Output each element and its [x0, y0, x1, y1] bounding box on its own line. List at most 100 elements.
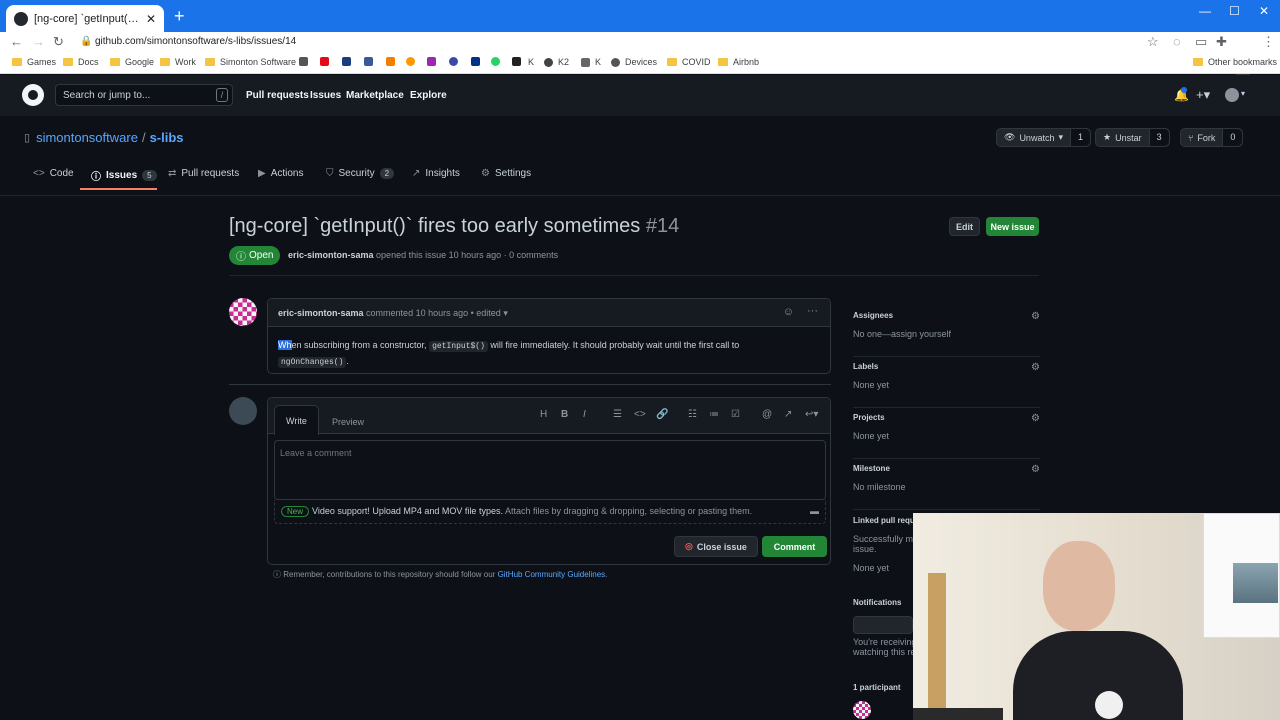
fork-button-group: ⑂ Fork 0	[1180, 128, 1244, 147]
new-issue-button[interactable]: New issue	[986, 217, 1039, 236]
mention-icon[interactable]: @	[762, 409, 772, 420]
bookmark-covid[interactable]: COVID	[667, 57, 711, 67]
bookmark-favicon-icon[interactable]	[406, 57, 415, 66]
chevron-down-icon[interactable]: ▾	[1241, 89, 1245, 98]
tab-issues[interactable]: ⓘ Issues 5	[91, 168, 157, 183]
nav-explore[interactable]: Explore	[410, 90, 447, 101]
tab-preview[interactable]: Preview	[332, 417, 364, 427]
other-bookmarks[interactable]: Other bookmarks	[1193, 57, 1277, 67]
bookmark-docs[interactable]: Docs	[63, 57, 99, 67]
whatsapp-icon[interactable]	[491, 57, 500, 66]
nav-issues[interactable]: Issues	[310, 90, 341, 101]
markdown-icon[interactable]: ▬	[810, 506, 819, 516]
bookmark-simonton-software[interactable]: Simonton Software	[205, 57, 296, 67]
comment-author-link[interactable]: eric-simonton-sama	[278, 308, 364, 318]
browser-tab[interactable]: [ng-core] `getInput()` fires too early s…	[6, 5, 164, 32]
bookmark-devices[interactable]: Devices	[611, 57, 657, 67]
bookmark-favicon-icon[interactable]	[386, 57, 395, 66]
bold-icon[interactable]: B	[561, 409, 568, 420]
issue-author-link[interactable]: eric-simonton-sama	[288, 250, 374, 260]
bookmark-favicon-icon[interactable]	[342, 57, 351, 66]
tab-write[interactable]: Write	[274, 405, 319, 435]
gear-icon[interactable]: ⚙	[1031, 362, 1040, 373]
task-list-icon[interactable]: ☑	[731, 409, 740, 420]
repo-name-link[interactable]: s-libs	[150, 130, 184, 145]
gear-icon[interactable]: ⚙	[1031, 464, 1040, 475]
repo-owner-link[interactable]: simontonsoftware	[36, 130, 138, 145]
bookmark-k[interactable]: K	[581, 57, 601, 67]
fork-count[interactable]: 0	[1222, 129, 1243, 146]
cross-reference-icon[interactable]: ↗	[784, 409, 792, 420]
ordered-list-icon[interactable]: ≔	[709, 409, 719, 420]
quote-icon[interactable]: ☰	[613, 409, 622, 420]
close-issue-button[interactable]: ◎ Close issue	[674, 536, 758, 557]
smiley-icon[interactable]: ☺	[783, 306, 794, 318]
tab-insights[interactable]: ↗ Insights	[412, 168, 460, 179]
edit-button[interactable]: Edit	[949, 217, 980, 236]
commenter-avatar[interactable]	[229, 298, 257, 326]
tab-settings[interactable]: ⚙ Settings	[481, 168, 531, 179]
unordered-list-icon[interactable]: ☷	[688, 409, 697, 420]
attach-files-bar[interactable]: New Video support! Upload MP4 and MOV fil…	[274, 500, 826, 524]
gear-icon[interactable]: ⚙	[1031, 311, 1040, 322]
forward-icon[interactable]: →	[32, 34, 45, 49]
search-input[interactable]: Search or jump to... /	[55, 84, 233, 106]
bookmark-favicon-icon[interactable]	[427, 57, 436, 66]
unstar-button[interactable]: ★ Unstar	[1096, 129, 1149, 146]
bookmark-k-icon[interactable]: K	[528, 57, 534, 67]
bookmark-favicon-icon[interactable]	[364, 57, 373, 66]
back-icon[interactable]: ←	[10, 34, 23, 49]
nav-pull-requests[interactable]: Pull requests	[246, 90, 309, 101]
timeline-divider	[229, 384, 831, 385]
heading-icon[interactable]: H	[540, 409, 547, 420]
close-tab-icon[interactable]: ✕	[146, 12, 156, 26]
code-icon[interactable]: <>	[634, 409, 646, 420]
user-avatar[interactable]	[1225, 88, 1239, 102]
tab-code[interactable]: <> Code	[33, 168, 74, 179]
bookmark-favicon-icon[interactable]	[512, 57, 521, 66]
assign-yourself-link[interactable]: No one—assign yourself	[853, 329, 1040, 339]
chevron-down-icon[interactable]: ▾	[503, 308, 508, 318]
create-new-icon[interactable]: +▾	[1196, 87, 1210, 103]
tab-security[interactable]: ⛉ Security 2	[326, 168, 395, 179]
watch-count[interactable]: 1	[1069, 129, 1090, 146]
cast-icon[interactable]: ▭	[1195, 34, 1207, 50]
bookmark-k2[interactable]: K2	[544, 57, 569, 67]
reload-icon[interactable]: ↻	[53, 34, 64, 50]
close-window-icon[interactable]: ✕	[1259, 4, 1269, 18]
extensions-puzzle-icon[interactable]: ✚	[1216, 34, 1227, 50]
github-logo-icon[interactable]	[22, 84, 44, 106]
comment-textarea[interactable]: Leave a comment	[274, 440, 826, 500]
link-icon[interactable]: 🔗	[656, 409, 668, 420]
bookmark-favicon-icon[interactable]	[299, 57, 308, 66]
bookmark-work[interactable]: Work	[160, 57, 196, 67]
nav-marketplace[interactable]: Marketplace	[346, 90, 404, 101]
star-button-group: ★ Unstar 3	[1095, 128, 1170, 147]
gear-icon[interactable]: ⚙	[1031, 413, 1040, 424]
bookmark-airbnb[interactable]: Airbnb	[718, 57, 759, 67]
italic-icon[interactable]: I	[583, 409, 586, 420]
star-count[interactable]: 3	[1148, 129, 1169, 146]
bookmark-games[interactable]: Games	[12, 57, 56, 67]
kebab-horizontal-icon[interactable]: ···	[807, 305, 818, 317]
reply-icon[interactable]: ↩▾	[805, 409, 818, 420]
unwatch-button[interactable]: 👁 Unwatch ▾	[997, 129, 1070, 146]
extension-icon[interactable]: ◌	[1173, 34, 1181, 49]
bookmark-google[interactable]: Google	[110, 57, 154, 67]
netflix-icon[interactable]	[320, 57, 329, 66]
paypal-icon[interactable]	[471, 57, 480, 66]
community-guidelines-link[interactable]: GitHub Community Guidelines	[498, 570, 606, 579]
maximize-icon[interactable]: ☐	[1229, 4, 1240, 18]
bookmark-favicon-icon[interactable]	[449, 57, 458, 66]
subscribe-button[interactable]	[853, 616, 913, 634]
tab-actions[interactable]: ▶ Actions	[258, 168, 304, 179]
tab-pull-requests[interactable]: ⇄ Pull requests	[168, 168, 239, 179]
minimize-icon[interactable]: —	[1199, 4, 1211, 18]
url-field[interactable]: github.com/simontonsoftware/s-libs/issue…	[95, 36, 296, 47]
bookmark-star-icon[interactable]: ☆	[1147, 34, 1159, 50]
menu-kebab-icon[interactable]: ⋮	[1262, 34, 1275, 50]
comment-button[interactable]: Comment	[762, 536, 827, 557]
participant-avatar[interactable]	[853, 701, 871, 719]
fork-button[interactable]: ⑂ Fork	[1181, 129, 1222, 146]
new-tab-icon[interactable]: +	[174, 7, 185, 25]
